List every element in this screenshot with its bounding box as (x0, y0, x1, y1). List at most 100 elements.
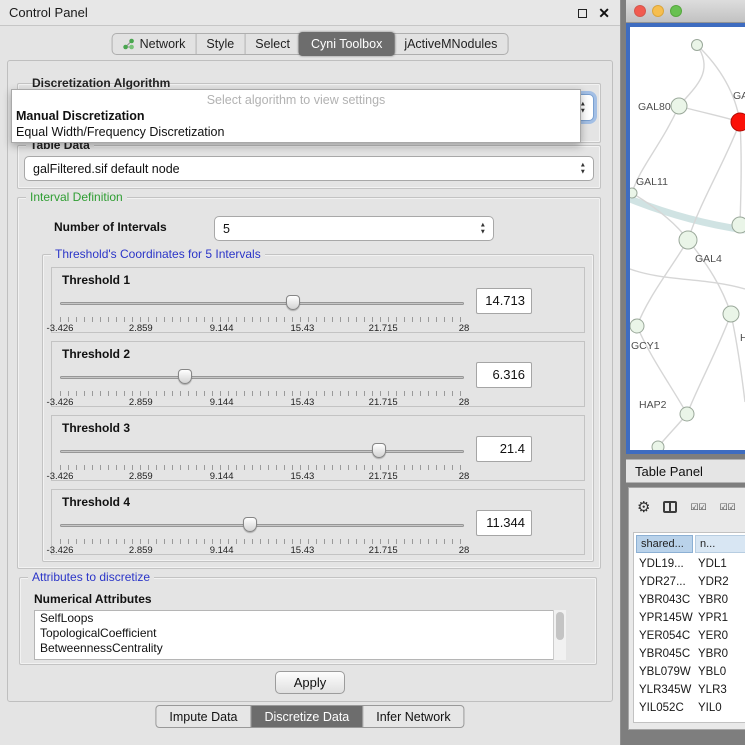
tab-select[interactable]: Select (244, 34, 300, 54)
column-header-name[interactable]: n... (695, 535, 745, 553)
select-columns-icon[interactable]: ☑☑ (690, 502, 706, 513)
numerical-attributes-list[interactable]: SelfLoopsTopologicalCoefficientBetweenne… (34, 610, 566, 660)
table-cell[interactable]: YBR045C (636, 648, 695, 660)
tab-infer-network[interactable]: Infer Network (362, 706, 463, 727)
network-node-gcy1[interactable] (630, 319, 644, 333)
columns-icon[interactable] (663, 501, 677, 513)
float-window-icon[interactable] (578, 9, 587, 18)
number-of-intervals-combobox[interactable]: 5 ▲ ▼ (214, 216, 494, 241)
table-cell[interactable]: YDR27... (636, 576, 695, 588)
slider-track[interactable] (60, 524, 464, 527)
tab-jactivemnodules[interactable]: jActiveMNodules (393, 34, 507, 54)
network-window-titlebar (626, 0, 745, 23)
table-cell[interactable]: YBR0 (695, 594, 745, 606)
mac-minimize-button[interactable] (652, 5, 664, 17)
slider-thumb[interactable] (243, 517, 257, 532)
table-cell[interactable]: YBL0 (695, 666, 745, 678)
node-label-hap2: HAP2 (639, 399, 667, 411)
slider-thumb[interactable] (372, 443, 386, 458)
table-row[interactable]: YER054CYER0 (636, 627, 745, 645)
slider-thumb[interactable] (178, 369, 192, 384)
table-row[interactable]: YPR145WYPR1 (636, 609, 745, 627)
column-header-shared[interactable]: shared... (636, 535, 693, 553)
table-row[interactable]: YBR045CYBR0 (636, 645, 745, 663)
threshold-value-field[interactable]: 11.344 (476, 510, 532, 536)
table-cell[interactable]: YLR345W (636, 684, 695, 696)
network-node-hap2[interactable] (680, 407, 694, 421)
table-cell[interactable]: YIL0 (695, 702, 745, 714)
table-row[interactable]: YBL079WYBL0 (636, 663, 745, 681)
slider-scale-label: -3.426 (47, 323, 74, 334)
table-cell[interactable]: YPR145W (636, 612, 695, 624)
tab-discretize-data[interactable]: Discretize Data (251, 706, 363, 727)
threshold-3-slider[interactable]: -3.4262.8599.14415.4321.71528 (60, 442, 464, 480)
table-rows: YDL19...YDL1YDR27...YDR2YBR043CYBR0YPR14… (636, 555, 745, 722)
table-cell[interactable]: YDL1 (695, 558, 745, 570)
table-cell[interactable]: YDR2 (695, 576, 745, 588)
apply-button[interactable]: Apply (275, 671, 345, 694)
threshold-2-panel: Threshold 2 -3.4262.8599.14415.4321.7152… (51, 341, 585, 407)
dropdown-item-equal-width-frequency[interactable]: Equal Width/Frequency Discretization (12, 124, 580, 140)
network-node[interactable] (692, 40, 703, 51)
slider-scale-label: 2.859 (129, 471, 153, 482)
tab-style[interactable]: Style (195, 34, 244, 54)
mac-close-button[interactable] (634, 5, 646, 17)
list-item[interactable]: SelfLoops (35, 611, 565, 626)
node-label-gal11: GAL11 (636, 176, 668, 188)
threshold-1-slider[interactable]: -3.4262.8599.14415.4321.71528 (60, 294, 464, 332)
table-data-combobox[interactable]: galFiltered.sif default node ▲ ▼ (24, 156, 594, 181)
tab-network[interactable]: Network (113, 34, 196, 54)
list-item[interactable]: BetweennessCentrality (35, 641, 565, 656)
close-window-icon[interactable]: ✕ (598, 6, 610, 20)
tab-cyni-toolbox[interactable]: Cyni Toolbox (299, 32, 394, 56)
threshold-value-field[interactable]: 6.316 (476, 362, 532, 388)
mac-zoom-button[interactable] (670, 5, 682, 17)
table-cell[interactable]: YER0 (695, 630, 745, 642)
network-node[interactable] (723, 306, 739, 322)
gear-icon[interactable]: ⚙ (637, 500, 650, 515)
scrollbar-thumb[interactable] (556, 612, 564, 640)
slider-track[interactable] (60, 302, 464, 305)
node-label-partial: GA (733, 90, 745, 102)
network-node[interactable] (732, 217, 745, 233)
slider-scale-label: 2.859 (129, 545, 153, 556)
slider-ticks (60, 539, 464, 544)
table-cell[interactable]: YER054C (636, 630, 695, 642)
table-row[interactable]: YIL052CYIL0 (636, 699, 745, 717)
table-row[interactable]: YDL19...YDL1 (636, 555, 745, 573)
table-cell[interactable]: YBR0 (695, 648, 745, 660)
combo-arrows-icon[interactable]: ▲ ▼ (580, 161, 586, 176)
table-cell[interactable]: YBL079W (636, 666, 695, 678)
threshold-value-field[interactable]: 14.713 (476, 288, 532, 314)
table-cell[interactable]: YLR3 (695, 684, 745, 696)
network-node-gal80[interactable] (671, 98, 687, 114)
list-item[interactable]: TopologicalCoefficient (35, 626, 565, 641)
network-node-gal4[interactable] (679, 231, 697, 249)
algorithm-dropdown-popup: Select algorithm to view settings Manual… (11, 89, 581, 143)
table-cell[interactable]: YPR1 (695, 612, 745, 624)
network-canvas[interactable]: GAL80 GA GAL11 GAL4 GCY1 H HAP2 (626, 23, 745, 454)
threshold-4-slider[interactable]: -3.4262.8599.14415.4321.71528 (60, 516, 464, 554)
network-node-selected-red[interactable] (731, 113, 745, 131)
network-node[interactable] (652, 441, 664, 453)
dropdown-item-manual-discretization[interactable]: Manual Discretization (12, 108, 580, 124)
combo-arrows-icon[interactable]: ▲ ▼ (480, 221, 486, 236)
tab-impute-data[interactable]: Impute Data (156, 706, 250, 727)
slider-scale: -3.4262.8599.14415.4321.71528 (60, 471, 464, 482)
slider-thumb[interactable] (286, 295, 300, 310)
network-node-gal11[interactable] (630, 188, 637, 198)
select-rows-icon[interactable]: ☑☑ (720, 502, 736, 513)
table-row[interactable]: YBR043CYBR0 (636, 591, 745, 609)
table-cell[interactable]: YIL052C (636, 702, 695, 714)
slider-track[interactable] (60, 450, 464, 453)
threshold-value-field[interactable]: 21.4 (476, 436, 532, 462)
table-row[interactable]: YLR345WYLR3 (636, 681, 745, 699)
slider-ticks (60, 391, 464, 396)
table-row[interactable]: YDR27...YDR2 (636, 573, 745, 591)
threshold-2-slider[interactable]: -3.4262.8599.14415.4321.71528 (60, 368, 464, 406)
network-graph: GAL80 GA GAL11 GAL4 GCY1 H HAP2 (630, 27, 745, 454)
list-scrollbar[interactable] (553, 610, 566, 660)
slider-track[interactable] (60, 376, 464, 379)
table-cell[interactable]: YDL19... (636, 558, 695, 570)
table-cell[interactable]: YBR043C (636, 594, 695, 606)
